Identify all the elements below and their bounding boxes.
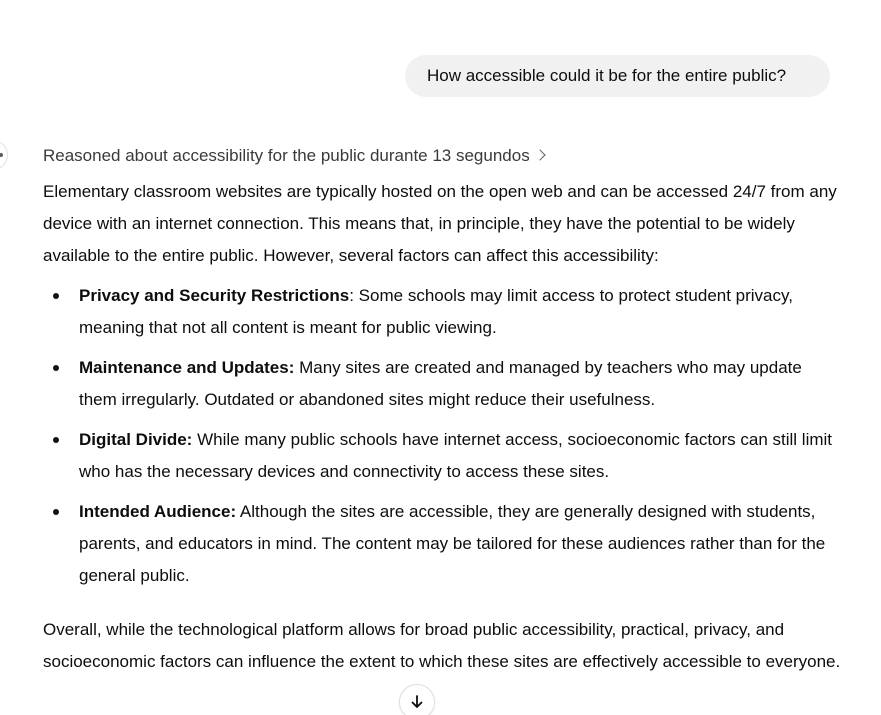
assistant-answer: Elementary classroom websites are typica… <box>43 176 843 678</box>
list-item: Intended Audience: Although the sites ar… <box>53 496 843 592</box>
answer-bullet-list: Privacy and Security Restrictions: Some … <box>43 280 843 592</box>
answer-intro: Elementary classroom websites are typica… <box>43 182 837 265</box>
bullet-title: Maintenance and Updates: <box>79 358 295 377</box>
list-item: Maintenance and Updates: Many sites are … <box>53 352 843 416</box>
bullet-title: Privacy and Security Restrictions <box>79 286 350 305</box>
avatar-dot <box>0 153 3 157</box>
reasoning-summary-toggle[interactable]: Reasoned about accessibility for the pub… <box>43 143 546 169</box>
scroll-to-bottom-button[interactable] <box>399 684 435 715</box>
chat-page: How accessible could it be for the entir… <box>0 0 881 715</box>
bullet-dot <box>53 365 59 371</box>
bullet-text: While many public schools have internet … <box>79 430 833 481</box>
reasoning-summary-text: Reasoned about accessibility for the pub… <box>43 146 530 165</box>
chevron-right-icon <box>534 149 546 161</box>
bullet-dot <box>53 437 59 443</box>
arrow-down-icon <box>411 695 423 708</box>
bullet-dot <box>53 293 59 299</box>
user-message-bubble: How accessible could it be for the entir… <box>405 55 830 97</box>
bullet-title: Intended Audience: <box>79 502 237 521</box>
list-item: Privacy and Security Restrictions: Some … <box>53 280 843 344</box>
bullet-title: Digital Divide: <box>79 430 193 449</box>
bullet-dot <box>53 509 59 515</box>
assistant-avatar-icon <box>0 140 8 170</box>
list-item: Digital Divide: While many public school… <box>53 424 843 488</box>
user-message-text: How accessible could it be for the entir… <box>427 66 787 85</box>
answer-closing: Overall, while the technological platfor… <box>43 620 841 671</box>
